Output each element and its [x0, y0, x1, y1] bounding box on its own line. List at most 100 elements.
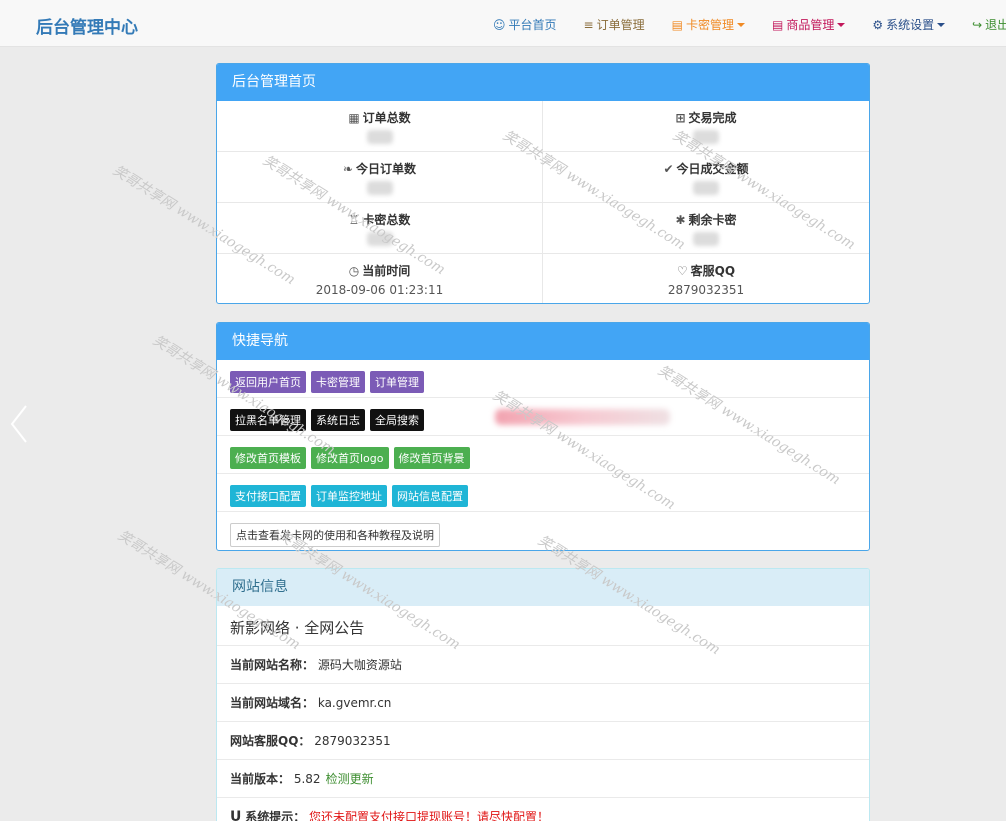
stat-label: ▦ 订单总数	[217, 109, 542, 126]
redacted-value	[693, 232, 719, 246]
stat-value	[543, 130, 869, 147]
logout-icon: ↪	[972, 17, 983, 32]
redacted-value	[693, 130, 719, 144]
top-navbar: 后台管理中心 ☺平台首页≡订单管理▤卡密管理▤商品管理⚙系统设置↪退出登录	[0, 0, 1006, 47]
quick-nav-button[interactable]: 全局搜索	[370, 409, 424, 431]
version-row: 当前版本： 5.82 检测更新	[217, 760, 869, 798]
redacted-value	[366, 181, 393, 195]
quick-nav-button[interactable]: 订单管理	[370, 371, 424, 393]
user-icon: ☺	[493, 17, 506, 32]
quick-nav-row: 修改首页模板 修改首页logo 修改首页背景	[217, 436, 869, 474]
quick-nav-button[interactable]: 点击查看发卡网的使用和各种教程及说明	[230, 522, 440, 547]
qq-label: 网站客服QQ：	[230, 734, 311, 748]
domain-value: ka.gvemr.cn	[317, 696, 392, 710]
site-info-title: 网站信息	[217, 569, 869, 606]
nav-item-0[interactable]: ☺ 平台首页	[493, 16, 557, 33]
quick-nav-row: 点击查看发卡网的使用和各种教程及说明	[217, 512, 869, 550]
goods-icon: ▤	[771, 17, 784, 32]
stat-label: ◷ 当前时间	[217, 262, 542, 279]
stat-label: ♡ 客服QQ	[543, 262, 869, 279]
quick-nav-button[interactable]: 网站信息配置	[392, 485, 468, 507]
check-update-link[interactable]: 检测更新	[326, 772, 374, 786]
redacted-value	[366, 130, 393, 144]
stat-label-text: 今日订单数	[356, 162, 417, 176]
tree-icon: ♖	[348, 213, 360, 227]
nav-item-5[interactable]: ↪退出登录	[972, 16, 1006, 33]
stat-label-text: 剩余卡密	[688, 213, 737, 227]
quick-nav-title: 快捷导航	[217, 323, 869, 360]
tip-label: 系统提示：	[245, 810, 306, 821]
leaf-icon: ❧	[342, 162, 354, 176]
cart-icon: ⊞	[675, 111, 686, 125]
stat-cell: ✔ 今日成交金额	[543, 152, 869, 203]
quick-nav-button[interactable]: 修改首页背景	[393, 447, 470, 469]
nav-item-label: 平台首页	[508, 18, 557, 32]
stat-value: 2018-09-06 01:23:11	[315, 283, 444, 297]
caret-down-icon	[837, 22, 846, 27]
system-tip-row: U 系统提示： 您还未配置支付接口提现账号！请尽快配置！	[217, 798, 869, 821]
domain-row: 当前网站域名： ka.gvemr.cn	[217, 684, 869, 722]
quick-nav-button[interactable]: 返回用户首页	[230, 371, 306, 393]
carousel-prev-icon[interactable]	[8, 404, 30, 444]
stat-cell: ♖ 卡密总数	[217, 203, 543, 254]
nav-item-label: 退出登录	[985, 18, 1006, 32]
quick-nav-row: 拉黑名单管理 系统日志 全局搜索	[217, 398, 869, 436]
stat-label: ✱ 剩余卡密	[543, 211, 869, 228]
quick-nav-button[interactable]: 系统日志	[311, 409, 365, 431]
redacted-value	[693, 181, 719, 195]
quick-nav-button[interactable]: 修改首页logo	[311, 447, 389, 469]
quick-nav-row: 支付接口配置 订单监控地址 网站信息配置	[217, 474, 869, 512]
stats-grid: ▦ 订单总数 ⊞ 交易完成 ❧ 今日订单数 ✔ 今日成交金额 ♖ 卡密总数 ✱ 剩余卡密 ◷ 当前时间 20…	[217, 101, 869, 303]
stat-label-text: 今日成交金额	[676, 162, 749, 176]
nav-item-1[interactable]: ≡ 订单管理	[584, 16, 645, 33]
brand-title[interactable]: 后台管理中心	[36, 13, 138, 38]
stat-value	[543, 232, 869, 249]
domain-label: 当前网站域名：	[230, 696, 315, 710]
quick-nav-panel: 快捷导航 返回用户首页 卡密管理 订单管理 拉黑名单管理 系统日志 全局搜索 修改首页模板修…	[216, 322, 870, 551]
quick-nav-button[interactable]: 修改首页模板	[230, 447, 306, 469]
tip-text: 您还未配置支付接口提现账号！请尽快配置！	[309, 810, 550, 821]
quick-nav-button[interactable]: 支付接口配置	[230, 485, 306, 507]
stat-label: ✔ 今日成交金额	[543, 160, 869, 177]
nav-item-2[interactable]: ▤ 卡密管理	[672, 16, 745, 33]
stat-label-text: 交易完成	[688, 111, 737, 125]
redacted-value	[366, 232, 393, 246]
nav-item-4[interactable]: ⚙ 系统设置	[872, 16, 946, 33]
list-icon: ≡	[583, 17, 594, 32]
stat-cell: ❧ 今日订单数	[217, 152, 543, 203]
caret-down-icon	[937, 22, 946, 27]
version-label: 当前版本：	[230, 772, 291, 786]
caret-down-icon	[736, 22, 745, 27]
nav-item-label: 卡密管理	[685, 18, 734, 32]
clock-icon: ◷	[348, 264, 360, 278]
site-name-row: 当前网站名称： 源码大咖资源站	[217, 646, 869, 684]
quick-nav-body: 返回用户首页 卡密管理 订单管理 拉黑名单管理 系统日志 全局搜索 修改首页模板 修改首页lo…	[217, 360, 869, 550]
stat-label-text: 卡密总数	[362, 213, 411, 227]
stat-label-text: 客服QQ	[690, 264, 736, 278]
stat-cell: ✱ 剩余卡密	[543, 203, 869, 254]
dashboard-title: 后台管理首页	[217, 64, 869, 101]
stat-label: ⊞ 交易完成	[543, 109, 869, 126]
stat-cell: ⊞ 交易完成	[543, 101, 869, 152]
heart-icon: ♡	[676, 264, 688, 278]
site-name-value: 源码大咖资源站	[317, 658, 402, 672]
asterisk-icon: ✱	[675, 213, 686, 227]
site-name-label: 当前网站名称：	[230, 658, 315, 672]
nav-item-label: 商品管理	[786, 18, 835, 32]
quick-nav-button[interactable]: 拉黑名单管理	[230, 409, 306, 431]
main-nav: ☺平台首页≡订单管理▤卡密管理▤商品管理⚙系统设置↪退出登录	[493, 16, 1006, 33]
version-value: 5.82	[293, 772, 321, 786]
stat-label: ♖ 卡密总数	[217, 211, 542, 228]
gear-icon: ⚙	[872, 17, 884, 32]
stat-value	[217, 181, 542, 198]
qq-row: 网站客服QQ： 2879032351	[217, 722, 869, 760]
check-icon: ✔	[663, 162, 674, 176]
quick-nav-row: 返回用户首页 卡密管理 订单管理	[217, 360, 869, 398]
stat-label: ❧ 今日订单数	[217, 160, 542, 177]
dashboard-panel: 后台管理首页 ▦ 订单总数 ⊞ 交易完成 ❧ 今日订单数 ✔ 今日成交金额 ♖ 卡密总数 ✱ 剩余卡密…	[216, 63, 870, 304]
nav-item-3[interactable]: ▤ 商品管理	[771, 16, 846, 33]
stat-value	[217, 232, 542, 249]
quick-nav-button[interactable]: 订单监控地址	[311, 485, 387, 507]
quick-nav-button[interactable]: 卡密管理	[311, 371, 365, 393]
stat-value	[217, 130, 542, 147]
